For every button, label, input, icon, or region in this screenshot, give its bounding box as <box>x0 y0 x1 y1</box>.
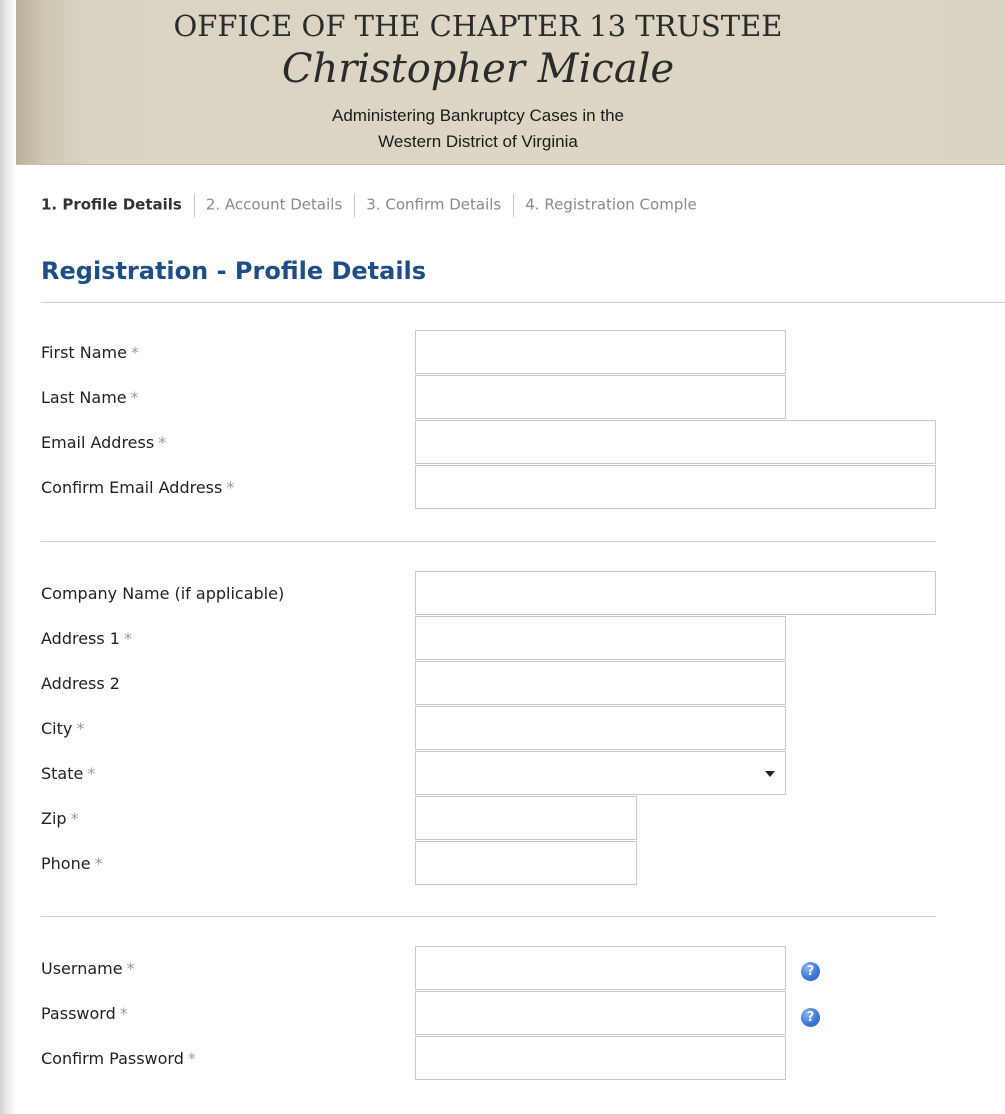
phone-input[interactable] <box>415 841 637 885</box>
section-divider <box>41 916 936 917</box>
section-divider <box>41 541 936 542</box>
address1-label: Address 1 * <box>41 629 132 648</box>
header-subtitle-line1: Administering Bankruptcy Cases in the <box>332 106 624 125</box>
header-subtitle-line2: Western District of Virginia <box>378 132 578 151</box>
company-name-input[interactable] <box>415 571 936 615</box>
email-input[interactable] <box>415 420 936 464</box>
step-divider <box>193 193 195 217</box>
city-label: City * <box>41 719 85 738</box>
header-title: OFFICE OF THE CHAPTER 13 TRUSTEE <box>173 9 783 43</box>
step-account-details: 2. Account Details <box>205 195 343 214</box>
chevron-down-icon <box>765 771 775 777</box>
registration-steps: 1. Profile Details 2. Account Details 3. C… <box>41 193 697 217</box>
page-left-shadow <box>0 0 16 1114</box>
step-confirm-details: 3. Confirm Details <box>366 195 502 214</box>
page-title: Registration - Profile Details <box>41 257 427 285</box>
confirm-email-input[interactable] <box>415 465 936 509</box>
password-label: Password * <box>41 1004 128 1023</box>
step-divider <box>513 193 515 217</box>
header-trustee-name: Christopher Micale <box>281 46 675 92</box>
company-name-label: Company Name (if applicable) <box>41 584 285 603</box>
site-header-banner: OFFICE OF THE CHAPTER 13 TRUSTEE Christo… <box>16 0 1005 165</box>
username-input[interactable] <box>415 946 786 990</box>
city-input[interactable] <box>415 706 786 750</box>
address1-input[interactable] <box>415 616 786 660</box>
step-divider <box>354 193 356 217</box>
username-label: Username * <box>41 959 135 978</box>
zip-input[interactable] <box>415 796 637 840</box>
step-profile-details: 1. Profile Details <box>41 195 182 214</box>
first-name-input[interactable] <box>415 330 786 374</box>
last-name-label: Last Name * <box>41 388 139 407</box>
step-registration-complete: 4. Registration Comple <box>525 195 697 214</box>
title-divider <box>41 302 1005 303</box>
address2-input[interactable] <box>415 661 786 705</box>
zip-label: Zip * <box>41 809 79 828</box>
password-input[interactable] <box>415 991 786 1035</box>
confirm-password-input[interactable] <box>415 1036 786 1080</box>
state-label: State * <box>41 764 96 783</box>
state-select[interactable] <box>415 751 786 795</box>
phone-label: Phone * <box>41 854 103 873</box>
confirm-email-label: Confirm Email Address * <box>41 478 235 497</box>
password-help-icon[interactable]: ? <box>801 1008 820 1027</box>
last-name-input[interactable] <box>415 375 786 419</box>
confirm-password-label: Confirm Password * <box>41 1049 196 1068</box>
first-name-label: First Name * <box>41 343 139 362</box>
email-label: Email Address * <box>41 433 167 452</box>
username-help-icon[interactable]: ? <box>801 962 820 981</box>
address2-label: Address 2 <box>41 674 120 693</box>
